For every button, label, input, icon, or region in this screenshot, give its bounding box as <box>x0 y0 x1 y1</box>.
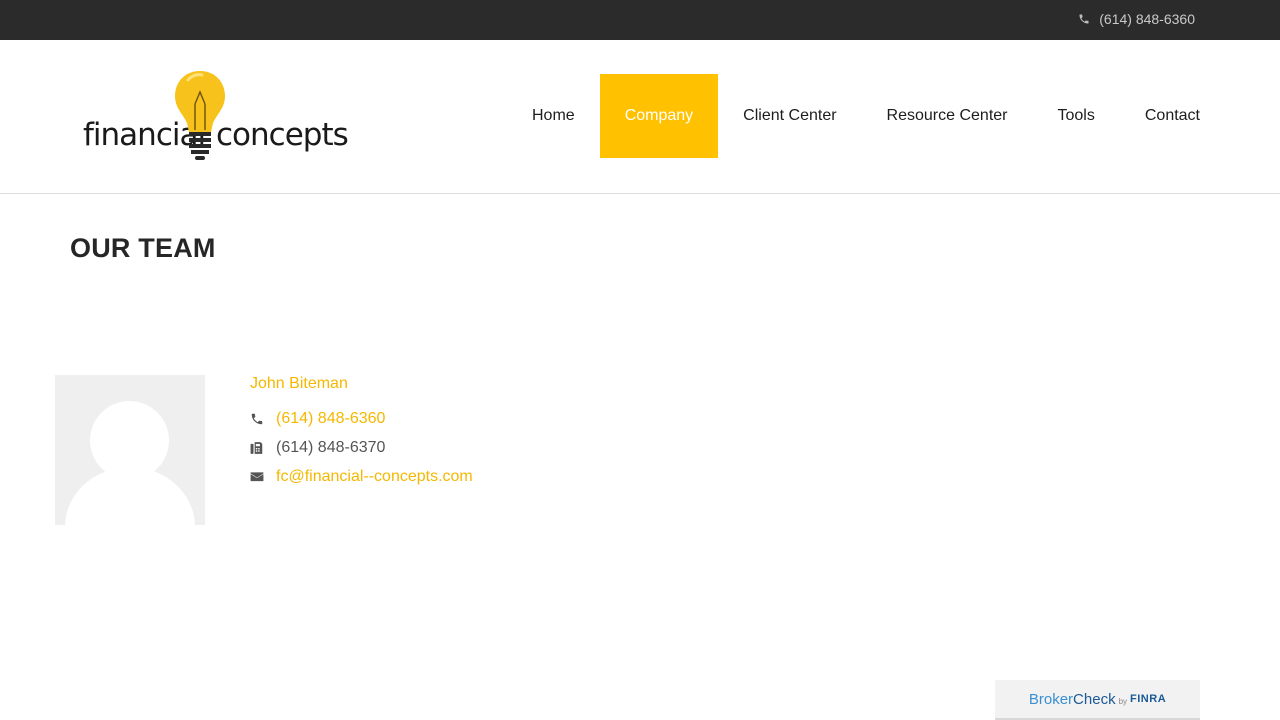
fax-icon <box>250 442 263 454</box>
site-header: financial concepts Home Company Client C… <box>0 40 1280 194</box>
team-member-phone-link[interactable]: (614) 848-6360 <box>276 410 385 428</box>
avatar-placeholder <box>55 375 205 525</box>
logo-word-concepts: concepts <box>216 117 349 153</box>
topbar-phone[interactable]: (614) 848-6360 <box>1078 11 1195 27</box>
phone-icon <box>251 413 263 425</box>
page-title: OUR TEAM <box>70 233 216 263</box>
team-member-fax-number: (614) 848-6370 <box>276 439 386 456</box>
phone-icon <box>1079 14 1089 24</box>
avatar-body-shape <box>65 467 195 525</box>
brokercheck-word-check: Check <box>1073 690 1116 708</box>
brokercheck-word-broker: Broker <box>1028 690 1074 708</box>
nav-item-resource-center[interactable]: Resource Center <box>862 74 1033 158</box>
team-member-phone-row: (614) 848-6360 <box>250 410 385 428</box>
brokercheck-badge[interactable]: Broker Check by FINRA <box>995 680 1200 720</box>
nav-item-home[interactable]: Home <box>507 74 600 158</box>
nav-item-tools[interactable]: Tools <box>1033 74 1120 158</box>
nav-item-company[interactable]: Company <box>599 74 719 158</box>
team-member-name[interactable]: John Biteman <box>250 375 348 393</box>
team-member-email-link[interactable]: fc@financial--concepts.com <box>276 468 473 486</box>
financial-concepts-logo[interactable]: financial concepts <box>82 70 349 162</box>
nav-item-client-center[interactable]: Client Center <box>718 74 861 158</box>
brokercheck-finra: FINRA <box>1130 693 1167 705</box>
team-member-email-row: fc@financial--concepts.com <box>250 468 473 486</box>
nav-item-contact[interactable]: Contact <box>1120 74 1225 158</box>
team-member-fax-row: (614) 848-6370 <box>250 439 385 457</box>
top-bar: (614) 848-6360 <box>0 0 1280 40</box>
envelope-icon <box>250 472 264 482</box>
main-nav: Home Company Client Center Resource Cent… <box>507 74 1225 158</box>
topbar-phone-number: (614) 848-6360 <box>1099 11 1195 27</box>
brokercheck-by: by <box>1118 696 1128 706</box>
